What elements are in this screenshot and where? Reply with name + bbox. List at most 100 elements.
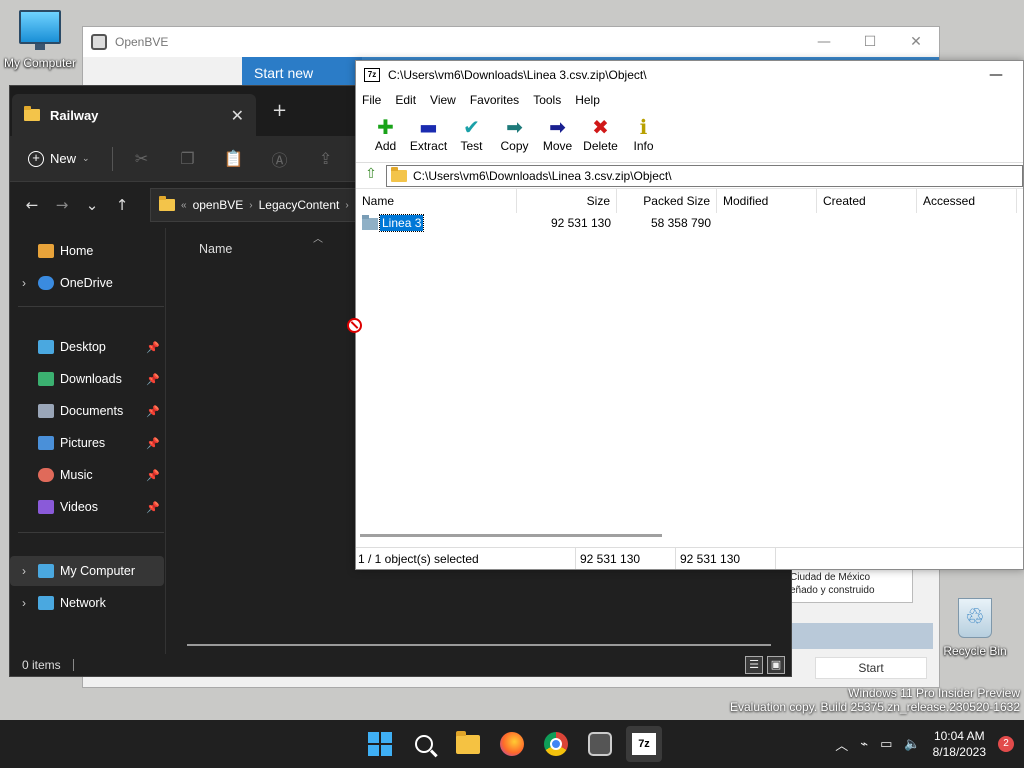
column-header-packed-size[interactable]: Packed Size	[617, 189, 717, 213]
rename-icon[interactable]: Ⓐ	[257, 147, 303, 171]
desktop-icon-my-computer[interactable]: My Computer	[0, 10, 80, 70]
taskbar-clock[interactable]: 10:04 AM 8/18/2023	[933, 728, 986, 760]
chevron-right-icon[interactable]: ›	[10, 276, 38, 290]
sidebar-item-onedrive[interactable]: › OneDrive	[10, 268, 164, 298]
pin-icon[interactable]: 📌	[146, 437, 160, 450]
volume-icon[interactable]: 🔈	[904, 737, 920, 752]
copy-icon[interactable]: ❐	[165, 149, 211, 168]
column-header-name[interactable]: Name	[356, 189, 517, 213]
close-button[interactable]: ✕	[893, 34, 939, 50]
taskbar-firefox[interactable]	[494, 726, 530, 762]
menu-file[interactable]: File	[362, 93, 381, 107]
sidebar-item-downloads[interactable]: Downloads 📌	[10, 364, 164, 394]
tool-label: Add	[374, 139, 397, 153]
openbve-start-button[interactable]: Start	[815, 657, 927, 679]
info-button[interactable]: ℹ Info	[622, 111, 665, 153]
tab-close-button[interactable]: ✕	[231, 106, 244, 125]
menu-edit[interactable]: Edit	[395, 93, 416, 107]
show-hidden-icons-chevron[interactable]: ︿	[835, 735, 848, 754]
menu-favorites[interactable]: Favorites	[470, 93, 519, 107]
details-view-icon[interactable]: ☰	[745, 656, 763, 674]
7zip-file-list[interactable]: Name Size Packed Size Modified Created A…	[356, 189, 1023, 547]
move-button[interactable]: ➡ Move	[536, 111, 579, 153]
chevron-right-icon[interactable]: ›	[10, 596, 38, 610]
taskbar-search-button[interactable]	[406, 726, 442, 762]
maximize-button[interactable]: ☐	[847, 34, 893, 50]
notification-badge[interactable]: 2	[998, 736, 1014, 752]
sidebar-item-videos[interactable]: Videos 📌	[10, 492, 164, 522]
menu-view[interactable]: View	[430, 93, 456, 107]
new-tab-button[interactable]: +	[272, 100, 287, 121]
breadcrumb-item[interactable]: openBVE	[193, 198, 244, 212]
forward-button[interactable]: →	[50, 196, 74, 214]
up-button[interactable]: ↑	[110, 196, 134, 214]
copy-button[interactable]: ➡ Copy	[493, 111, 536, 153]
network-icon[interactable]: ⌁	[860, 737, 868, 752]
view-toggle: ☰ ▣	[745, 656, 785, 674]
display-icon[interactable]: ▭	[880, 737, 892, 752]
pin-icon[interactable]: 📌	[146, 373, 160, 386]
horizontal-scrollbar[interactable]	[360, 534, 662, 537]
explorer-tab-railway[interactable]: Railway ✕	[12, 94, 256, 136]
breadcrumb-item[interactable]: LegacyContent	[259, 198, 340, 212]
row-name-cell[interactable]: Linea 3	[356, 214, 517, 232]
recent-locations-button[interactable]: ⌄	[80, 196, 104, 214]
address-bar[interactable]: « openBVE › LegacyContent ›	[150, 188, 370, 222]
desktop-icon-recycle-bin[interactable]: Recycle Bin	[935, 598, 1015, 658]
download-icon	[38, 372, 54, 386]
sidebar-item-my-computer[interactable]: › My Computer	[10, 556, 164, 586]
new-button[interactable]: + New ⌄	[28, 150, 106, 167]
paste-icon[interactable]: 📋	[211, 149, 257, 168]
pin-icon[interactable]: 📌	[146, 341, 160, 354]
tiles-view-icon[interactable]: ▣	[767, 656, 785, 674]
sidebar-item-desktop[interactable]: Desktop 📌	[10, 332, 164, 362]
openbve-progress-bar	[791, 623, 933, 649]
share-icon[interactable]: ⇪	[303, 149, 349, 168]
minimize-button[interactable]: —	[801, 34, 847, 50]
taskbar-7zip[interactable]: 7z	[626, 726, 662, 762]
start-button[interactable]	[362, 726, 398, 762]
minimize-button[interactable]: —	[989, 67, 1003, 83]
7zip-status-bar: 1 / 1 object(s) selected 92 531 130 92 5…	[356, 547, 1023, 569]
column-header-accessed[interactable]: Accessed	[917, 189, 1017, 213]
chevron-right-icon[interactable]: ›	[10, 564, 38, 578]
sidebar-item-label: Pictures	[60, 436, 106, 450]
column-header-name[interactable]: Name	[199, 242, 232, 256]
cut-icon[interactable]: ✂	[119, 149, 165, 168]
sidebar-item-documents[interactable]: Documents 📌	[10, 396, 164, 426]
sidebar-item-home[interactable]: Home	[10, 236, 164, 266]
folder-icon	[362, 214, 378, 230]
path-input[interactable]: C:\Users\vm6\Downloads\Linea 3.csv.zip\O…	[386, 164, 1023, 187]
explorer-tab-title: Railway	[50, 107, 99, 123]
pin-icon[interactable]: 📌	[146, 501, 160, 514]
row-size: 92 531 130	[550, 216, 611, 230]
test-button[interactable]: ✔ Test	[450, 111, 493, 153]
navigation-pane: Home › OneDrive Desktop 📌 Downloads 📌 Do…	[10, 228, 166, 654]
column-header-created[interactable]: Created	[817, 189, 917, 213]
extract-button[interactable]: ▬ Extract	[407, 111, 450, 153]
sidebar-item-pictures[interactable]: Pictures 📌	[10, 428, 164, 458]
taskbar-chrome[interactable]	[538, 726, 574, 762]
delete-button[interactable]: ✖ Delete	[579, 111, 622, 153]
sidebar-divider	[18, 306, 164, 307]
watermark-line-build: Evaluation copy. Build 25375.zn_release.…	[730, 700, 1020, 714]
menu-tools[interactable]: Tools	[533, 93, 561, 107]
taskbar-file-explorer[interactable]	[450, 726, 486, 762]
sidebar-item-network[interactable]: › Network	[10, 588, 164, 618]
clock-date: 8/18/2023	[932, 745, 986, 759]
pin-icon[interactable]: 📌	[146, 405, 160, 418]
back-button[interactable]: ←	[20, 196, 44, 214]
column-header-modified[interactable]: Modified	[717, 189, 817, 213]
pin-icon[interactable]: 📌	[146, 469, 160, 482]
column-header-size[interactable]: Size	[517, 189, 617, 213]
horizontal-scrollbar[interactable]	[187, 644, 771, 646]
up-folder-icon[interactable]: ⇧	[360, 166, 382, 186]
table-row[interactable]: Linea 3 92 531 130 58 358 790	[356, 213, 1023, 233]
taskbar-openbve[interactable]	[582, 726, 618, 762]
menu-help[interactable]: Help	[575, 93, 600, 107]
sidebar-item-label: Videos	[60, 500, 98, 514]
add-button[interactable]: ✚ Add	[364, 111, 407, 153]
sidebar-item-music[interactable]: Music 📌	[10, 460, 164, 490]
new-button-label: New	[50, 151, 77, 166]
7zip-icon: 7z	[632, 733, 656, 755]
